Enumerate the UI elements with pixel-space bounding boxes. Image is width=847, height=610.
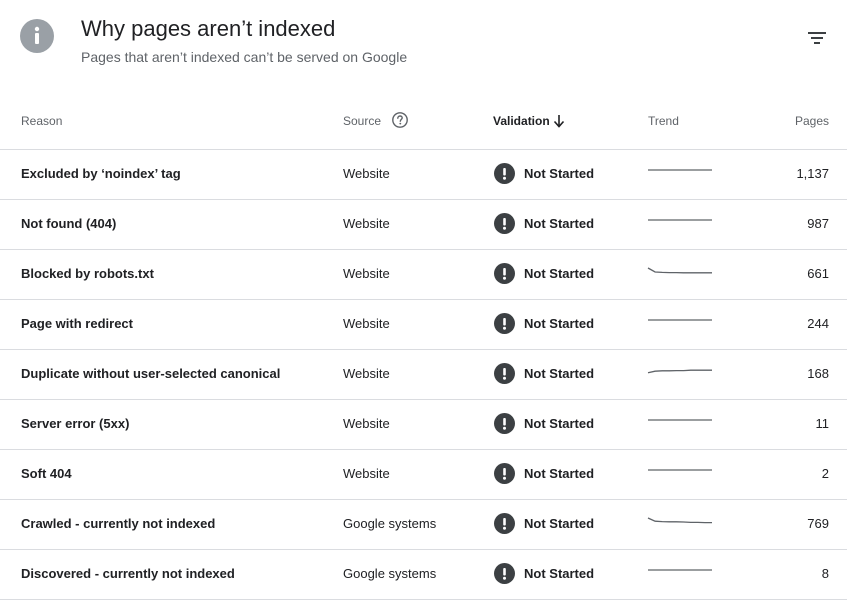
exclamation-icon: [494, 463, 515, 484]
validation-status: Not Started: [524, 566, 595, 581]
table-row[interactable]: Crawled - currently not indexed Google sy…: [0, 500, 847, 550]
table-row[interactable]: Blocked by robots.txt Website Not Started 6…: [0, 250, 847, 300]
trend-sparkline: [647, 358, 713, 388]
reason-cell: Discovered - currently not indexed: [21, 566, 235, 581]
table-row[interactable]: Page with redirect Website Not Started 244: [0, 300, 847, 350]
exclamation-icon: [494, 513, 515, 534]
trend-sparkline: [647, 508, 713, 538]
source-cell: Website: [343, 166, 390, 181]
card-title: Why pages aren’t indexed: [81, 16, 336, 41]
column-header-trend: Trend: [648, 114, 679, 128]
sort-descending-icon[interactable]: [552, 113, 566, 129]
column-header-reason[interactable]: Reason: [21, 113, 62, 129]
exclamation-icon: [494, 313, 515, 334]
pages-count: 168: [807, 366, 829, 381]
reason-cell: Blocked by robots.txt: [21, 266, 154, 281]
pages-count: 11: [815, 416, 830, 431]
source-cell: Google systems: [343, 516, 437, 531]
source-cell: Website: [343, 416, 390, 431]
pages-count: 2: [821, 466, 829, 481]
column-header-pages[interactable]: Pages: [795, 113, 829, 129]
trend-sparkline: [647, 458, 713, 488]
source-cell: Website: [343, 316, 390, 331]
exclamation-icon: [494, 563, 515, 584]
pages-count: 769: [807, 516, 829, 531]
column-header-validation[interactable]: Validation: [493, 113, 550, 129]
exclamation-icon: [494, 363, 515, 384]
trend-sparkline: [647, 208, 713, 238]
column-header-source[interactable]: Source: [343, 113, 381, 129]
trend-sparkline: [647, 558, 713, 588]
validation-status: Not Started: [524, 316, 595, 331]
validation-status: Not Started: [524, 466, 595, 481]
reason-cell: Crawled - currently not indexed: [21, 516, 216, 531]
pages-count: 1,137: [796, 166, 829, 181]
info-icon: [20, 19, 54, 53]
source-cell: Website: [343, 466, 390, 481]
trend-sparkline: [647, 308, 713, 338]
table-row[interactable]: Excluded by ‘noindex’ tag Website Not Star…: [0, 150, 847, 200]
trend-sparkline: [647, 258, 713, 288]
reason-cell: Server error (5xx): [21, 416, 130, 431]
table-row[interactable]: Not found (404) Website Not Started 987: [0, 200, 847, 250]
table-row[interactable]: Discovered - currently not indexed Google…: [0, 550, 847, 600]
validation-status: Not Started: [524, 516, 595, 531]
exclamation-icon: [494, 213, 515, 234]
pages-count: 987: [807, 216, 829, 231]
table-row[interactable]: Soft 404 Website Not Started 2: [0, 450, 847, 500]
validation-status: Not Started: [524, 166, 595, 181]
card-subtitle: Pages that aren’t indexed can’t be serve…: [81, 49, 408, 65]
validation-status: Not Started: [524, 266, 595, 281]
card-header: Why pages aren’t indexed Pages that aren…: [0, 0, 847, 90]
help-icon[interactable]: [391, 111, 409, 129]
filter-icon[interactable]: [806, 28, 828, 48]
source-cell: Website: [343, 216, 390, 231]
validation-status: Not Started: [524, 216, 595, 231]
reason-cell: Excluded by ‘noindex’ tag: [21, 166, 181, 181]
reason-cell: Soft 404: [21, 466, 72, 481]
trend-sparkline: [647, 408, 713, 438]
exclamation-icon: [494, 413, 515, 434]
pages-count: 244: [807, 316, 829, 331]
validation-status: Not Started: [524, 366, 595, 381]
source-cell: Google systems: [343, 566, 437, 581]
reason-cell: Duplicate without user-selected canonica…: [21, 366, 281, 381]
exclamation-icon: [494, 163, 515, 184]
pages-count: 661: [807, 266, 829, 281]
reason-cell: Page with redirect: [21, 316, 133, 331]
table-row[interactable]: Server error (5xx) Website Not Started 11: [0, 400, 847, 450]
table-row[interactable]: Duplicate without user-selected canonica…: [0, 350, 847, 400]
row-divider: [0, 599, 847, 600]
pages-count: 8: [821, 566, 829, 581]
trend-sparkline: [647, 158, 713, 188]
reason-cell: Not found (404): [21, 216, 117, 231]
validation-status: Not Started: [524, 416, 595, 431]
source-cell: Website: [343, 266, 390, 281]
exclamation-icon: [494, 263, 515, 284]
source-cell: Website: [343, 366, 390, 381]
